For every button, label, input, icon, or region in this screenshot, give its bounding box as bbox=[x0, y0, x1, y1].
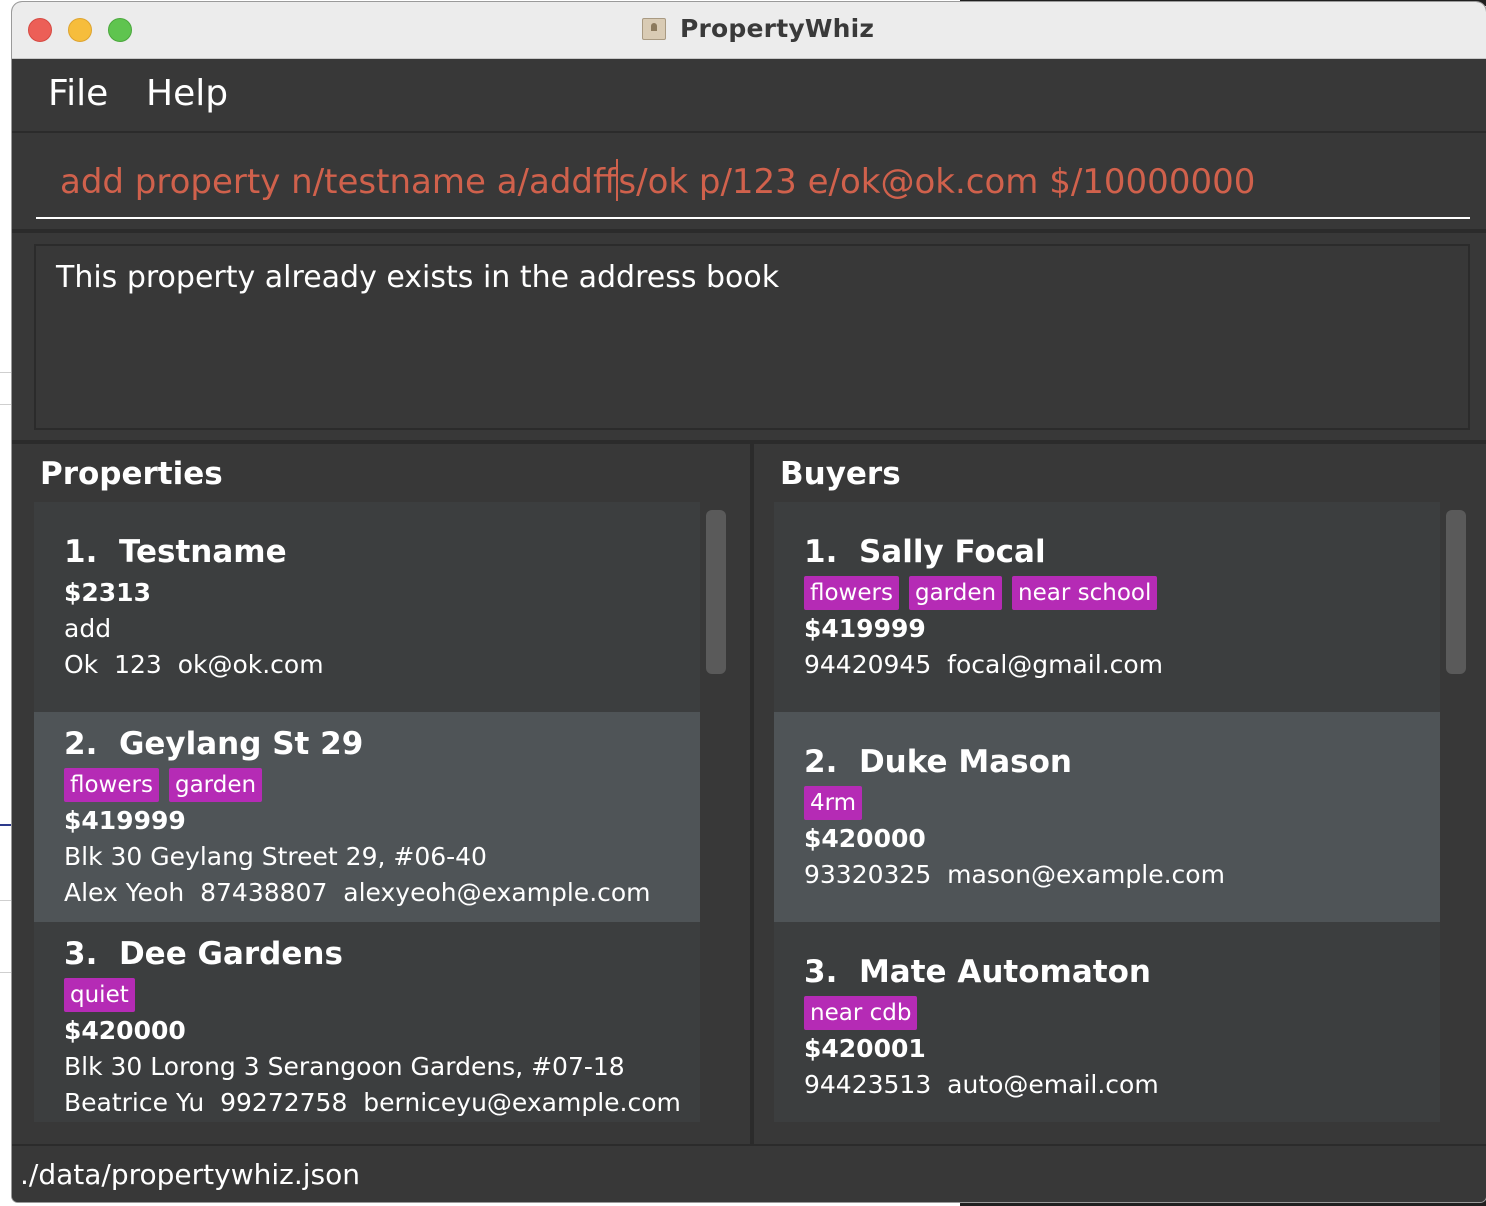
property-index: 2. bbox=[64, 726, 98, 762]
property-card[interactable]: 2. Geylang St 29 flowers garden $419999 … bbox=[34, 712, 700, 922]
menu-help[interactable]: Help bbox=[146, 73, 228, 114]
buyer-card[interactable]: 1. Sally Focal flowers garden near schoo… bbox=[774, 502, 1440, 712]
property-name: 3. Dee Gardens bbox=[64, 936, 343, 972]
buyer-email: focal@gmail.com bbox=[947, 650, 1164, 679]
tag: quiet bbox=[64, 978, 135, 1012]
property-owner: Beatrice Yu bbox=[64, 1088, 205, 1117]
buyer-card[interactable]: 3. Mate Automaton near cdb $420001 94423… bbox=[774, 922, 1440, 1122]
buyer-contact: 93320325 mason@example.com bbox=[804, 860, 1225, 889]
menu-file[interactable]: File bbox=[48, 73, 108, 114]
properties-title: Properties bbox=[40, 456, 223, 492]
property-email: ok@ok.com bbox=[177, 650, 324, 679]
tag: 4rm bbox=[804, 786, 863, 820]
property-owner: Ok bbox=[64, 650, 99, 679]
buyer-index: 2. bbox=[804, 744, 838, 780]
desktop-background-line bbox=[0, 972, 12, 973]
buyer-name-text: Sally Focal bbox=[858, 534, 1046, 570]
property-address: add bbox=[64, 614, 112, 643]
tag: garden bbox=[168, 768, 263, 802]
buyer-index: 1. bbox=[804, 534, 838, 570]
command-text-before-cursor: add property n/testname a/addff bbox=[60, 162, 617, 202]
property-contact: Ok 123 ok@ok.com bbox=[64, 650, 324, 679]
buyer-card[interactable]: 2. Duke Mason 4rm $420000 93320325 mason… bbox=[774, 712, 1440, 922]
minimize-window-button[interactable] bbox=[68, 18, 92, 42]
buyer-index: 3. bbox=[804, 954, 838, 990]
buyer-phone: 94420945 bbox=[804, 650, 932, 679]
app-icon bbox=[642, 18, 666, 40]
property-phone: 123 bbox=[114, 650, 162, 679]
tag: flowers bbox=[804, 576, 899, 610]
close-window-button[interactable] bbox=[28, 18, 52, 42]
buyer-name-text: Duke Mason bbox=[858, 744, 1072, 780]
property-name: 2. Geylang St 29 bbox=[64, 726, 363, 762]
property-phone: 87438807 bbox=[200, 878, 328, 907]
buyer-phone: 93320325 bbox=[804, 860, 932, 889]
property-name: 1. Testname bbox=[64, 534, 287, 570]
buyer-name: 3. Mate Automaton bbox=[804, 954, 1151, 990]
property-name-text: Dee Gardens bbox=[118, 936, 343, 972]
buyer-list[interactable]: 1. Sally Focal flowers garden near schoo… bbox=[774, 502, 1440, 1122]
tag: near cdb bbox=[804, 996, 918, 1030]
property-card[interactable]: 3. Dee Gardens quiet $420000 Blk 30 Loro… bbox=[34, 922, 700, 1122]
result-message: This property already exists in the addr… bbox=[56, 260, 780, 295]
maximize-window-button[interactable] bbox=[108, 18, 132, 42]
app-window: PropertyWhiz File Help add property n/te… bbox=[12, 2, 1486, 1202]
desktop-background-line bbox=[0, 404, 12, 405]
desktop-background-line bbox=[0, 372, 12, 373]
property-email: berniceyu@example.com bbox=[363, 1088, 681, 1117]
desktop-background-line bbox=[0, 824, 12, 826]
property-list-scrollbar[interactable] bbox=[706, 510, 726, 674]
property-owner: Alex Yeoh bbox=[64, 878, 185, 907]
property-name-text: Geylang St 29 bbox=[118, 726, 364, 762]
buyer-contact: 94420945 focal@gmail.com bbox=[804, 650, 1163, 679]
properties-pane: Properties 1. Testname $2313 add Ok 123 … bbox=[12, 444, 750, 1144]
buyer-email: auto@email.com bbox=[947, 1070, 1159, 1099]
property-card[interactable]: 1. Testname $2313 add Ok 123 ok@ok.com bbox=[34, 502, 700, 712]
buyers-pane: Buyers 1. Sally Focal flowers garden nea… bbox=[754, 444, 1486, 1144]
buyer-tags: near cdb bbox=[804, 996, 918, 1030]
buyer-tags: flowers garden near school bbox=[804, 576, 1158, 610]
window-title: PropertyWhiz bbox=[680, 14, 875, 43]
buyers-title: Buyers bbox=[780, 456, 901, 492]
tag: near school bbox=[1012, 576, 1158, 610]
buyer-name-text: Mate Automaton bbox=[858, 954, 1151, 990]
buyer-contact: 94423513 auto@email.com bbox=[804, 1070, 1159, 1099]
buyer-tags: 4rm bbox=[804, 786, 863, 820]
property-price: $419999 bbox=[64, 806, 186, 835]
property-name-text: Testname bbox=[118, 534, 287, 570]
buyer-phone: 94423513 bbox=[804, 1070, 932, 1099]
property-index: 3. bbox=[64, 936, 98, 972]
property-tags: quiet bbox=[64, 978, 135, 1012]
buyer-email: mason@example.com bbox=[947, 860, 1225, 889]
buyer-list-scrollbar[interactable] bbox=[1446, 510, 1466, 674]
buyer-budget: $420000 bbox=[804, 824, 926, 853]
buyer-name: 1. Sally Focal bbox=[804, 534, 1046, 570]
property-price: $2313 bbox=[64, 578, 151, 607]
status-bar: ./data/propertywhiz.json bbox=[12, 1144, 1486, 1202]
desktop-background-line bbox=[0, 900, 12, 901]
property-price: $420000 bbox=[64, 1016, 186, 1045]
data-file-path: ./data/propertywhiz.json bbox=[20, 1158, 360, 1191]
property-address: Blk 30 Lorong 3 Serangoon Gardens, #07-1… bbox=[64, 1052, 625, 1081]
result-display[interactable]: This property already exists in the addr… bbox=[34, 244, 1470, 430]
tag: garden bbox=[908, 576, 1003, 610]
property-contact: Beatrice Yu 99272758 berniceyu@example.c… bbox=[64, 1088, 681, 1117]
title-bar: PropertyWhiz bbox=[12, 2, 1486, 59]
buyer-budget: $420001 bbox=[804, 1034, 926, 1063]
command-box: add property n/testname a/addffs/ok p/12… bbox=[12, 133, 1486, 233]
property-list[interactable]: 1. Testname $2313 add Ok 123 ok@ok.com 2… bbox=[34, 502, 700, 1122]
tag: flowers bbox=[64, 768, 159, 802]
command-text: add property n/testname a/addffs/ok p/12… bbox=[60, 159, 1255, 202]
property-contact: Alex Yeoh 87438807 alexyeoh@example.com bbox=[64, 878, 651, 907]
command-text-after-cursor: s/ok p/123 e/ok@ok.com $/10000000 bbox=[618, 162, 1256, 202]
property-address: Blk 30 Geylang Street 29, #06-40 bbox=[64, 842, 487, 871]
property-index: 1. bbox=[64, 534, 98, 570]
buyer-name: 2. Duke Mason bbox=[804, 744, 1072, 780]
property-email: alexyeoh@example.com bbox=[343, 878, 651, 907]
menu-bar: File Help bbox=[12, 59, 1486, 133]
buyer-budget: $419999 bbox=[804, 614, 926, 643]
command-input[interactable]: add property n/testname a/addffs/ok p/12… bbox=[36, 141, 1470, 219]
property-phone: 99272758 bbox=[220, 1088, 348, 1117]
property-tags: flowers garden bbox=[64, 768, 263, 802]
